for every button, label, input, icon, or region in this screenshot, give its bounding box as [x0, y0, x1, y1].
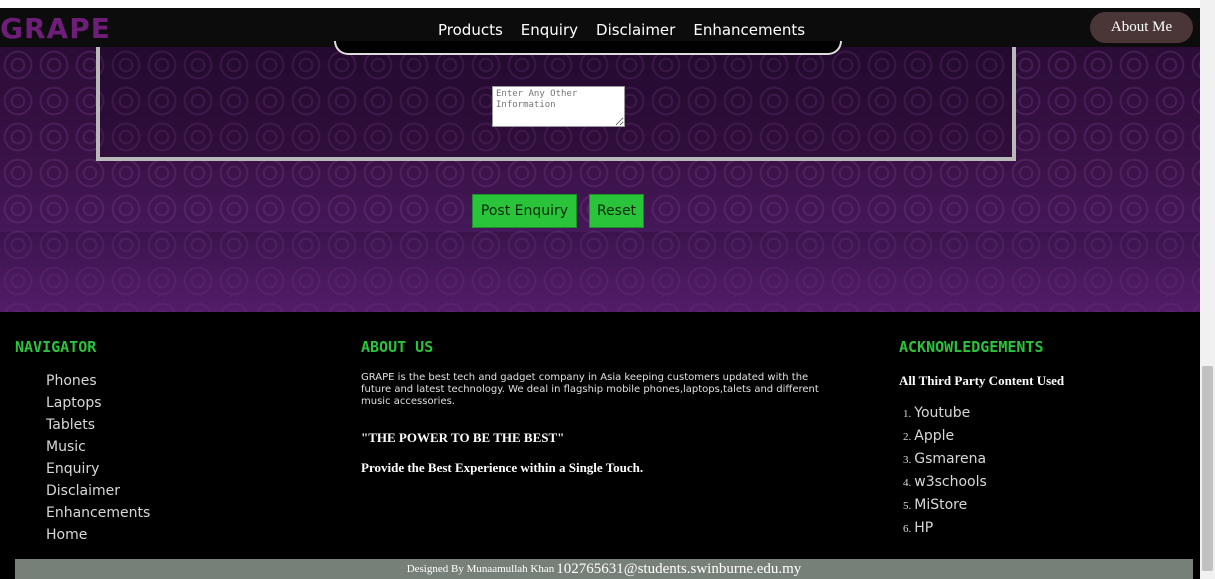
background-band	[0, 232, 1200, 312]
acknowledgements-subheading: All Third Party Content Used	[899, 373, 1065, 388]
ack-item: 2. Apple	[903, 428, 955, 444]
company-motto: "THE POWER TO BE THE BEST"	[361, 430, 565, 445]
about-us-text: GRAPE is the best tech and gadget compan…	[361, 372, 819, 407]
navigator-heading: NAVIGATOR	[15, 338, 97, 356]
footer-link-disclaimer[interactable]: Disclaimer	[46, 480, 150, 502]
about-us-heading: ABOUT US	[361, 338, 434, 356]
footer-link-enhancements[interactable]: Enhancements	[46, 502, 150, 524]
footer-link-laptops[interactable]: Laptops	[46, 392, 150, 414]
footer-link-enquiry[interactable]: Enquiry	[46, 458, 150, 480]
ack-item: 1. Youtube	[903, 405, 971, 421]
acknowledgements-heading: ACKNOWLEDGEMENTS	[899, 338, 1044, 356]
about-me-button[interactable]: About Me	[1090, 12, 1193, 43]
footer-link-home[interactable]: Home	[46, 524, 150, 546]
designer-credit-bar: Designed By Munaamullah Khan 102765631@s…	[15, 559, 1193, 579]
main-nav: Products Enquiry Disclaimer Enhancements	[438, 21, 805, 39]
footer-link-tablets[interactable]: Tablets	[46, 414, 150, 436]
enquiry-section: Post Enquiry Reset	[0, 41, 1200, 312]
form-field-edge	[334, 41, 842, 55]
designer-email[interactable]: 102765631@students.swinburne.edu.my	[556, 561, 801, 578]
ack-item: 4. w3schools	[903, 474, 987, 490]
footer-link-music[interactable]: Music	[46, 436, 150, 458]
other-information-textarea[interactable]	[492, 86, 625, 127]
enquiry-form-box	[96, 41, 1016, 161]
company-tagline: Provide the Best Experience within a Sin…	[361, 460, 644, 475]
nav-link-enquiry[interactable]: Enquiry	[521, 21, 578, 39]
nav-link-enhancements[interactable]: Enhancements	[693, 21, 805, 39]
designer-credit: Designed By Munaamullah Khan	[406, 563, 555, 575]
acknowledgements-list: 1. Youtube 2. Apple 3. Gsmarena 4. w3schools…	[903, 402, 987, 540]
vertical-scrollbar[interactable]	[1200, 0, 1215, 579]
nav-link-disclaimer[interactable]: Disclaimer	[596, 21, 675, 39]
site-logo[interactable]: GRAPE	[0, 12, 111, 45]
ack-item: 3. Gsmarena	[903, 451, 987, 467]
ack-item: 6. HP	[903, 520, 934, 536]
scrollbar-thumb[interactable]	[1202, 366, 1213, 571]
footer: NAVIGATOR Phones Laptops Tablets Music E…	[0, 312, 1200, 559]
nav-link-products[interactable]: Products	[438, 21, 503, 39]
footer-link-phones[interactable]: Phones	[46, 370, 150, 392]
post-enquiry-button[interactable]: Post Enquiry	[472, 194, 577, 228]
navigator-list: Phones Laptops Tablets Music Enquiry Dis…	[46, 370, 150, 546]
reset-button[interactable]: Reset	[589, 194, 644, 228]
ack-item: 5. MiStore	[903, 497, 968, 513]
